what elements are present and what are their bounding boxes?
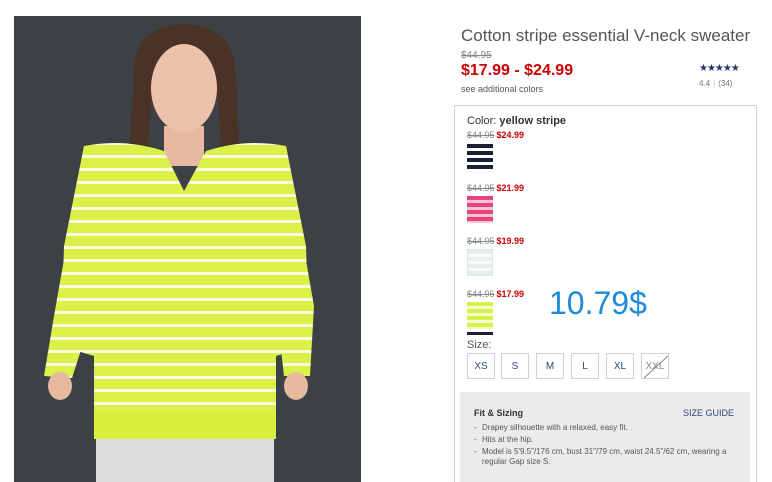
sale-price: $17.99 - $24.99 bbox=[461, 62, 574, 79]
color-swatch-navy[interactable] bbox=[467, 144, 493, 171]
swatch-price: $44.95 $17.99 bbox=[467, 289, 525, 299]
list-item: Drapey silhouette with a relaxed, easy f… bbox=[474, 423, 744, 433]
rating-summary[interactable]: 4.4 | (34) bbox=[699, 79, 732, 88]
size-option-s[interactable]: S bbox=[501, 353, 529, 379]
overlay-price: 10.79$ bbox=[549, 285, 647, 321]
swatch-price: $44.95 $19.99 bbox=[467, 236, 525, 246]
fit-details-list: Drapey silhouette with a relaxed, easy f… bbox=[474, 423, 744, 469]
color-label: Color: yellow stripe bbox=[467, 115, 567, 127]
color-swatch-pink[interactable] bbox=[467, 196, 493, 223]
rating-stars-icon[interactable]: ★★★★★ bbox=[699, 63, 740, 74]
original-price: $44.95 bbox=[461, 50, 492, 61]
size-label: Size: bbox=[467, 339, 492, 351]
see-additional-colors-link[interactable]: see additional colors bbox=[461, 84, 543, 94]
color-swatch-yellow[interactable] bbox=[467, 302, 493, 329]
size-guide-link[interactable]: SIZE GUIDE bbox=[683, 408, 734, 418]
product-title: Cotton stripe essential V-neck sweater bbox=[461, 26, 751, 45]
review-count: (34) bbox=[718, 79, 733, 88]
unavailable-strike-icon bbox=[643, 355, 669, 379]
size-option-xl[interactable]: XL bbox=[606, 353, 634, 379]
size-option-m[interactable]: M bbox=[536, 353, 564, 379]
rating-value: 4.4 bbox=[699, 79, 711, 88]
selected-swatch-indicator bbox=[467, 332, 493, 335]
swatch-price: $44.95 $24.99 bbox=[467, 130, 525, 140]
swatch-price: $44.95 $21.99 bbox=[467, 183, 525, 193]
fit-sizing-title: Fit & Sizing bbox=[474, 408, 523, 418]
selected-color-name: yellow stripe bbox=[499, 115, 567, 127]
size-option-l[interactable]: L bbox=[571, 353, 599, 379]
list-item: Model is 5'9.5"/176 cm, bust 31"/79 cm, … bbox=[474, 447, 744, 467]
size-option-xxl-unavailable[interactable]: XXL bbox=[641, 353, 669, 379]
list-item: Hits at the hip. bbox=[474, 435, 744, 445]
product-image[interactable] bbox=[14, 16, 361, 482]
size-option-xs[interactable]: XS bbox=[467, 353, 495, 379]
color-swatch-white[interactable] bbox=[467, 249, 493, 276]
